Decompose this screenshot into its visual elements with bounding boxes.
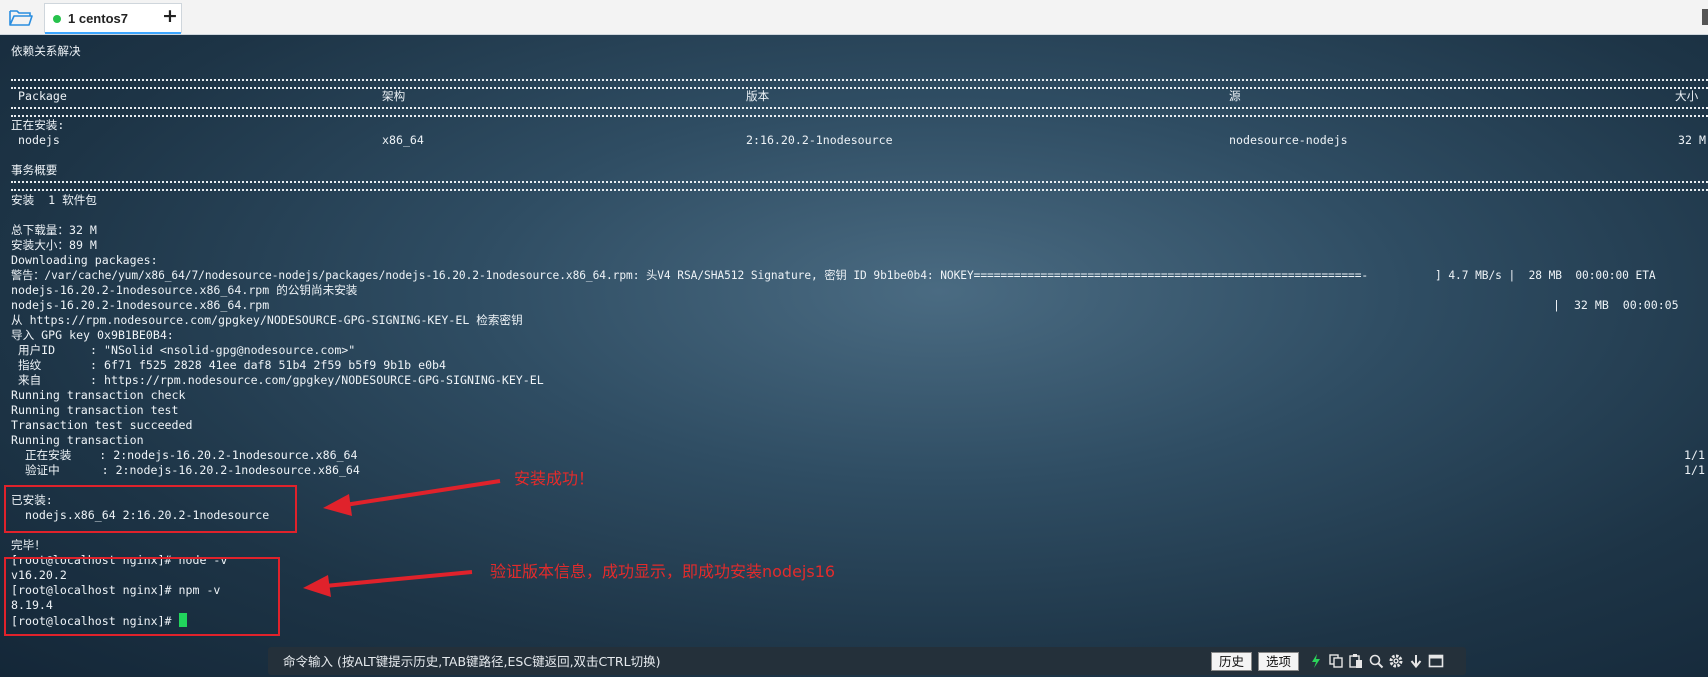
- table-cell-repo: nodesource-nodejs: [1229, 133, 1348, 147]
- search-icon[interactable]: [1368, 653, 1384, 669]
- terminal-line: Transaction test succeeded: [11, 418, 193, 432]
- terminal-line: 事务概要: [11, 163, 58, 177]
- installing-progress-line: 正在安装 : 2:nodejs-16.20.2-1nodesource.x86_…: [11, 448, 358, 462]
- terminal-line: 指纹 : 6f71 f525 2828 41ee daf8 51b4 2f59 …: [11, 358, 447, 372]
- annotation-install-success: 安装成功！: [514, 469, 595, 488]
- window-edge-handle[interactable]: [1702, 9, 1708, 25]
- table-cell-package: nodejs: [18, 133, 60, 147]
- tab-bar: 1 centos7 +: [0, 0, 1708, 35]
- table-header-row: Package 架构 版本 源 大小: [11, 89, 1699, 104]
- table-header-size: 大小: [1675, 89, 1699, 103]
- terminal-line: 警告：/var/cache/yum/x86_64/7/nodesource-no…: [11, 269, 1656, 282]
- terminal-line: 总下载量：32 M: [11, 223, 97, 237]
- terminal-line: 安装 1 软件包: [11, 193, 97, 207]
- history-button[interactable]: 历史: [1211, 652, 1253, 671]
- terminal-line: 安装大小：89 M: [11, 238, 97, 252]
- terminal-line: 来自 : https://rpm.nodesource.com/gpgkey/N…: [11, 373, 544, 387]
- add-tab-icon[interactable]: +: [162, 5, 178, 27]
- annotation-verify-version: 验证版本信息，成功显示，即成功安装nodejs16: [490, 562, 836, 581]
- terminal-line: 导入 GPG key 0x9B1BE0B4:: [11, 328, 174, 342]
- table-header-version: 版本: [746, 89, 770, 103]
- terminal-line: 依赖关系解决: [11, 44, 81, 58]
- table-separator: [11, 181, 1708, 191]
- folder-open-icon[interactable]: [8, 6, 34, 28]
- table-header-package: Package: [18, 89, 67, 103]
- session-tab-label: 1 centos7: [68, 11, 128, 26]
- paste-icon[interactable]: [1348, 653, 1364, 669]
- terminal-line: Downloading packages:: [11, 253, 158, 267]
- table-header-arch: 架构: [382, 89, 406, 103]
- options-button[interactable]: 选项: [1258, 652, 1300, 671]
- window-icon[interactable]: [1428, 653, 1444, 669]
- connected-status-icon: [53, 14, 61, 23]
- terminal-line: Running transaction: [11, 433, 144, 447]
- table-separator: [11, 107, 1708, 117]
- command-input[interactable]: [268, 647, 1168, 675]
- terminal-line: 验证中 : 2:nodejs-16.20.2-1nodesource.x86_6…: [11, 463, 1705, 478]
- table-cell-size: 32 M: [1678, 133, 1706, 147]
- terminal-line: Running transaction test: [11, 403, 179, 417]
- command-bar: 历史 选项: [268, 647, 1466, 675]
- terminal-line: nodejs-16.20.2-1nodesource.x86_64.rpm 的公…: [11, 283, 358, 297]
- table-cell-version: 2:16.20.2-1nodesource: [746, 133, 893, 147]
- terminal-line: nodejs-16.20.2-1nodesource.x86_64.rpm | …: [11, 298, 1696, 313]
- verifying-progress-line: 验证中 : 2:nodejs-16.20.2-1nodesource.x86_6…: [11, 463, 360, 477]
- table-separator: [11, 79, 1708, 89]
- version-check-highlight-box: [4, 557, 280, 636]
- gear-icon[interactable]: [1388, 653, 1404, 669]
- terminal-line: 正在安装:: [11, 118, 65, 132]
- terminal-line: 完毕！: [11, 538, 46, 552]
- lightning-icon[interactable]: [1308, 653, 1324, 669]
- table-cell-arch: x86_64: [382, 133, 424, 147]
- download-arrow-icon[interactable]: [1408, 653, 1424, 669]
- table-header-repo: 源: [1229, 89, 1241, 103]
- download-stats: | 32 MB 00:00:05: [1553, 298, 1679, 312]
- download-file-name: nodejs-16.20.2-1nodesource.x86_64.rpm: [11, 298, 270, 312]
- terminal-line: 从 https://rpm.nodesource.com/gpgkey/NODE…: [11, 313, 523, 327]
- install-success-highlight-box: [4, 485, 297, 533]
- terminal-line: Running transaction check: [11, 388, 186, 402]
- progress-counter: 1/1: [1684, 448, 1705, 462]
- copy-icon[interactable]: [1328, 653, 1344, 669]
- table-row: nodejs x86_64 2:16.20.2-1nodesource node…: [11, 133, 1706, 148]
- terminal-line: 正在安装 : 2:nodejs-16.20.2-1nodesource.x86_…: [11, 448, 1705, 463]
- progress-counter: 1/1: [1684, 463, 1705, 477]
- terminal-line: 用户ID : "NSolid <nsolid-gpg@nodesource.co…: [11, 343, 356, 357]
